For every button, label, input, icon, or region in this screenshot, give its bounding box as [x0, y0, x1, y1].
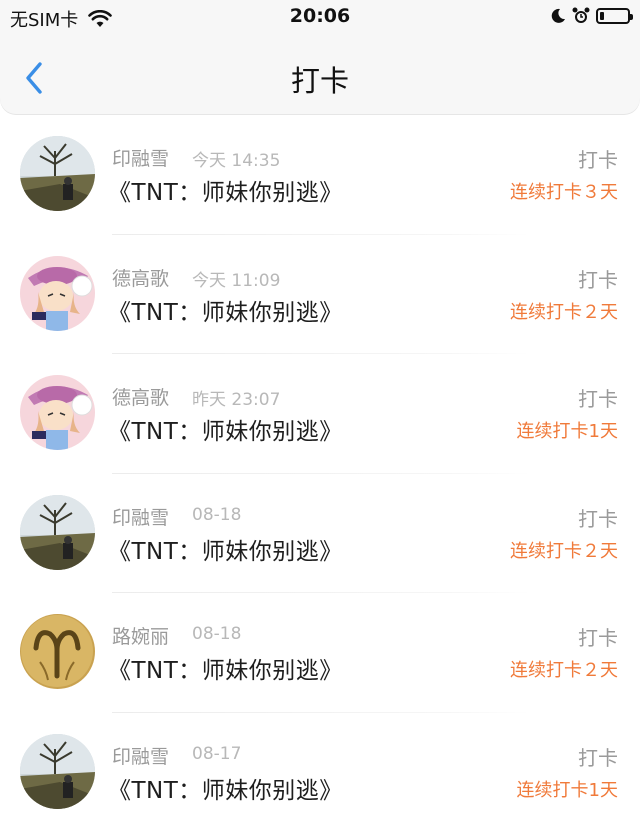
status-time: 20:06 [289, 5, 351, 27]
checkin-time: 08-18 [192, 504, 242, 525]
book-title[interactable]: 《TNT：师妹你别逃》 [108, 532, 343, 566]
checkin-time: 今天 11:09 [192, 270, 281, 291]
list-item[interactable]: 德高歌 今天 11:09 《TNT：师妹你别逃》 打卡 连续打卡２天 [0, 235, 640, 355]
user-name[interactable]: 德高歌 [112, 383, 169, 410]
checkin-time: 昨天 23:07 [192, 390, 281, 411]
checkin-label: 打卡 [578, 745, 618, 770]
status-bar: 无SIM卡 20:06 [0, 0, 640, 36]
landscape-avatar[interactable] [20, 136, 95, 211]
checkin-label: 打卡 [578, 387, 618, 412]
anime-girl-avatar[interactable] [20, 375, 95, 451]
battery-icon [596, 8, 633, 24]
book-title[interactable]: 《TNT：师妹你别逃》 [108, 651, 343, 685]
anime-girl-avatar[interactable] [20, 255, 95, 331]
list-item[interactable]: 印融雪 今天 14:35 《TNT：师妹你别逃》 打卡 连续打卡３天 [0, 115, 640, 235]
checkin-label: 打卡 [578, 506, 618, 531]
checkin-time: 08-17 [192, 743, 242, 764]
landscape-avatar[interactable] [20, 494, 95, 570]
streak-label: 连续打卡３天 [510, 182, 618, 203]
user-name[interactable]: 德高歌 [112, 264, 169, 291]
checkin-label: 打卡 [578, 148, 618, 172]
book-title[interactable]: 《TNT：师妹你别逃》 [108, 293, 343, 327]
alarm-icon [572, 7, 590, 23]
book-title[interactable]: 《TNT：师妹你别逃》 [108, 771, 343, 805]
streak-label: 连续打卡1天 [516, 421, 618, 443]
nav-bar: 打卡 [0, 36, 640, 114]
user-name[interactable]: 路婉丽 [112, 622, 169, 649]
book-title[interactable]: 《TNT：师妹你别逃》 [108, 412, 343, 446]
moon-icon [551, 8, 565, 23]
checkin-time: 08-18 [192, 624, 242, 645]
book-title[interactable]: 《TNT：师妹你别逃》 [108, 173, 343, 207]
user-name[interactable]: 印融雪 [112, 742, 169, 769]
status-icons [550, 7, 633, 25]
list-item[interactable]: 路婉丽 08-18 《TNT：师妹你别逃》 打卡 连续打卡２天 [0, 593, 640, 713]
checkin-label: 打卡 [578, 626, 618, 651]
battery-level [600, 12, 604, 20]
landscape-avatar[interactable] [20, 733, 95, 809]
streak-label: 连续打卡２天 [510, 301, 618, 323]
list-item[interactable]: 印融雪 08-18 《TNT：师妹你别逃》 打卡 连续打卡２天 [0, 474, 640, 594]
list-item[interactable]: 印融雪 08-17 《TNT：师妹你别逃》 打卡 连续打卡1天 [0, 713, 640, 833]
checkin-list: 印融雪 今天 14:35 《TNT：师妹你别逃》 打卡 连续打卡３天 德高歌 今… [0, 115, 640, 833]
list-item[interactable]: 德高歌 昨天 23:07 《TNT：师妹你别逃》 打卡 连续打卡1天 [0, 354, 640, 474]
aries-symbol-avatar[interactable] [20, 614, 95, 690]
page-title: 打卡 [290, 64, 349, 98]
checkin-label: 打卡 [578, 267, 618, 292]
user-name[interactable]: 印融雪 [112, 144, 169, 171]
streak-label: 连续打卡２天 [510, 540, 618, 562]
streak-label: 连续打卡２天 [510, 660, 618, 682]
user-name[interactable]: 印融雪 [112, 503, 169, 530]
streak-label: 连续打卡1天 [516, 779, 618, 801]
checkin-time: 今天 14:35 [192, 151, 281, 171]
